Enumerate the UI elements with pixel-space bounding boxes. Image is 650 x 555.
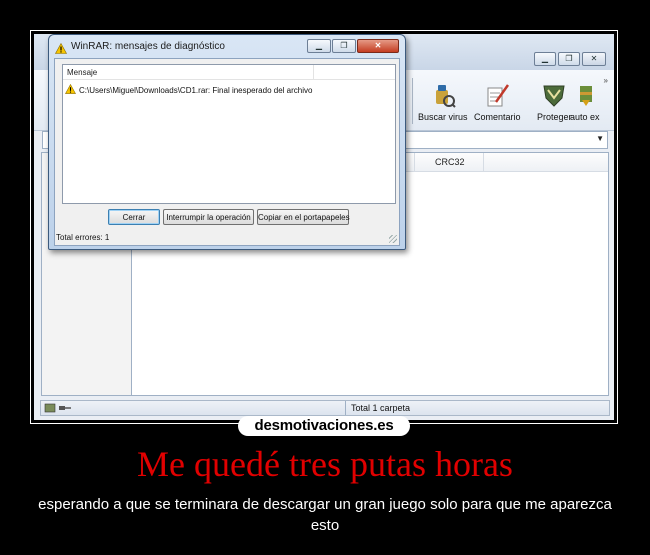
dialog-button-row: Cerrar Interrumpir la operación Copiar e… — [55, 209, 399, 227]
toolbar-label: Buscar virus — [418, 112, 468, 122]
message-list[interactable]: Mensaje C:\Users\Miguel\Downloads\CD1.ra… — [62, 64, 396, 204]
site-logo: desmotivaciones.es — [238, 416, 410, 436]
dialog-body: Mensaje C:\Users\Miguel\Downloads\CD1.ra… — [54, 58, 400, 246]
toolbar-protect[interactable]: Proteger — [537, 82, 572, 122]
cerrar-button[interactable]: Cerrar — [108, 209, 160, 225]
virus-scan-icon — [430, 82, 456, 108]
maximize-button[interactable]: ❐ — [558, 52, 580, 66]
status-text: Total 1 carpeta — [351, 403, 411, 413]
toolbar-comment[interactable]: Comentario — [474, 82, 521, 122]
shield-icon — [541, 82, 567, 108]
toolbar-label: Comentario — [474, 112, 521, 122]
diagnostic-dialog: WinRAR: mensajes de diagnóstico ▁ ❐ ✕ Me… — [48, 34, 406, 250]
status-separator — [345, 401, 346, 415]
message-column-header: Mensaje — [63, 65, 395, 80]
copy-clipboard-button[interactable]: Copiar en el portapapeles — [257, 209, 350, 225]
toolbar-sfx[interactable]: auto ex — [570, 82, 600, 122]
poster-caption: esperando a que se terminara de descarga… — [38, 496, 612, 534]
dialog-window-controls: ▁ ❐ ✕ — [307, 39, 399, 53]
warning-icon — [54, 41, 68, 59]
sfx-icon — [572, 82, 598, 108]
toolbar-overflow-icon[interactable]: » — [604, 76, 608, 85]
status-bar: Total 1 carpeta — [40, 400, 610, 416]
toolbar-label: Proteger — [537, 112, 572, 122]
close-button[interactable]: ✕ — [582, 52, 606, 66]
toolbar-separator — [412, 78, 413, 124]
column-header-crc32[interactable]: CRC32 — [414, 153, 484, 171]
warning-icon — [65, 83, 76, 96]
status-icons — [44, 403, 72, 413]
toolbar-label: auto ex — [570, 112, 600, 122]
dialog-maximize-button[interactable]: ❐ — [332, 39, 356, 53]
total-errors: Total errores: 1 — [56, 233, 110, 242]
message-row[interactable]: C:\Users\Miguel\Downloads\CD1.rar: Final… — [65, 83, 313, 96]
comment-icon — [484, 82, 510, 108]
message-text: C:\Users\Miguel\Downloads\CD1.rar: Final… — [79, 85, 313, 95]
main-window-controls: ▁ ❐ ✕ — [534, 52, 606, 66]
toolbar-virus-scan[interactable]: Buscar virus — [418, 82, 468, 122]
minimize-button[interactable]: ▁ — [534, 52, 556, 66]
chevron-down-icon[interactable]: ▼ — [596, 134, 604, 143]
column-header-mensaje[interactable]: Mensaje — [67, 68, 97, 77]
interrupt-button[interactable]: Interrumpir la operación — [163, 209, 254, 225]
site-logo-text: desmotivaciones.es — [254, 417, 394, 434]
resize-grip[interactable] — [389, 235, 397, 243]
dialog-minimize-button[interactable]: ▁ — [307, 39, 331, 53]
dialog-title: WinRAR: mensajes de diagnóstico — [71, 41, 225, 52]
poster-headline: Me quedé tres putas horas — [137, 444, 513, 484]
dialog-close-button[interactable]: ✕ — [357, 39, 399, 53]
column-divider — [313, 65, 314, 80]
